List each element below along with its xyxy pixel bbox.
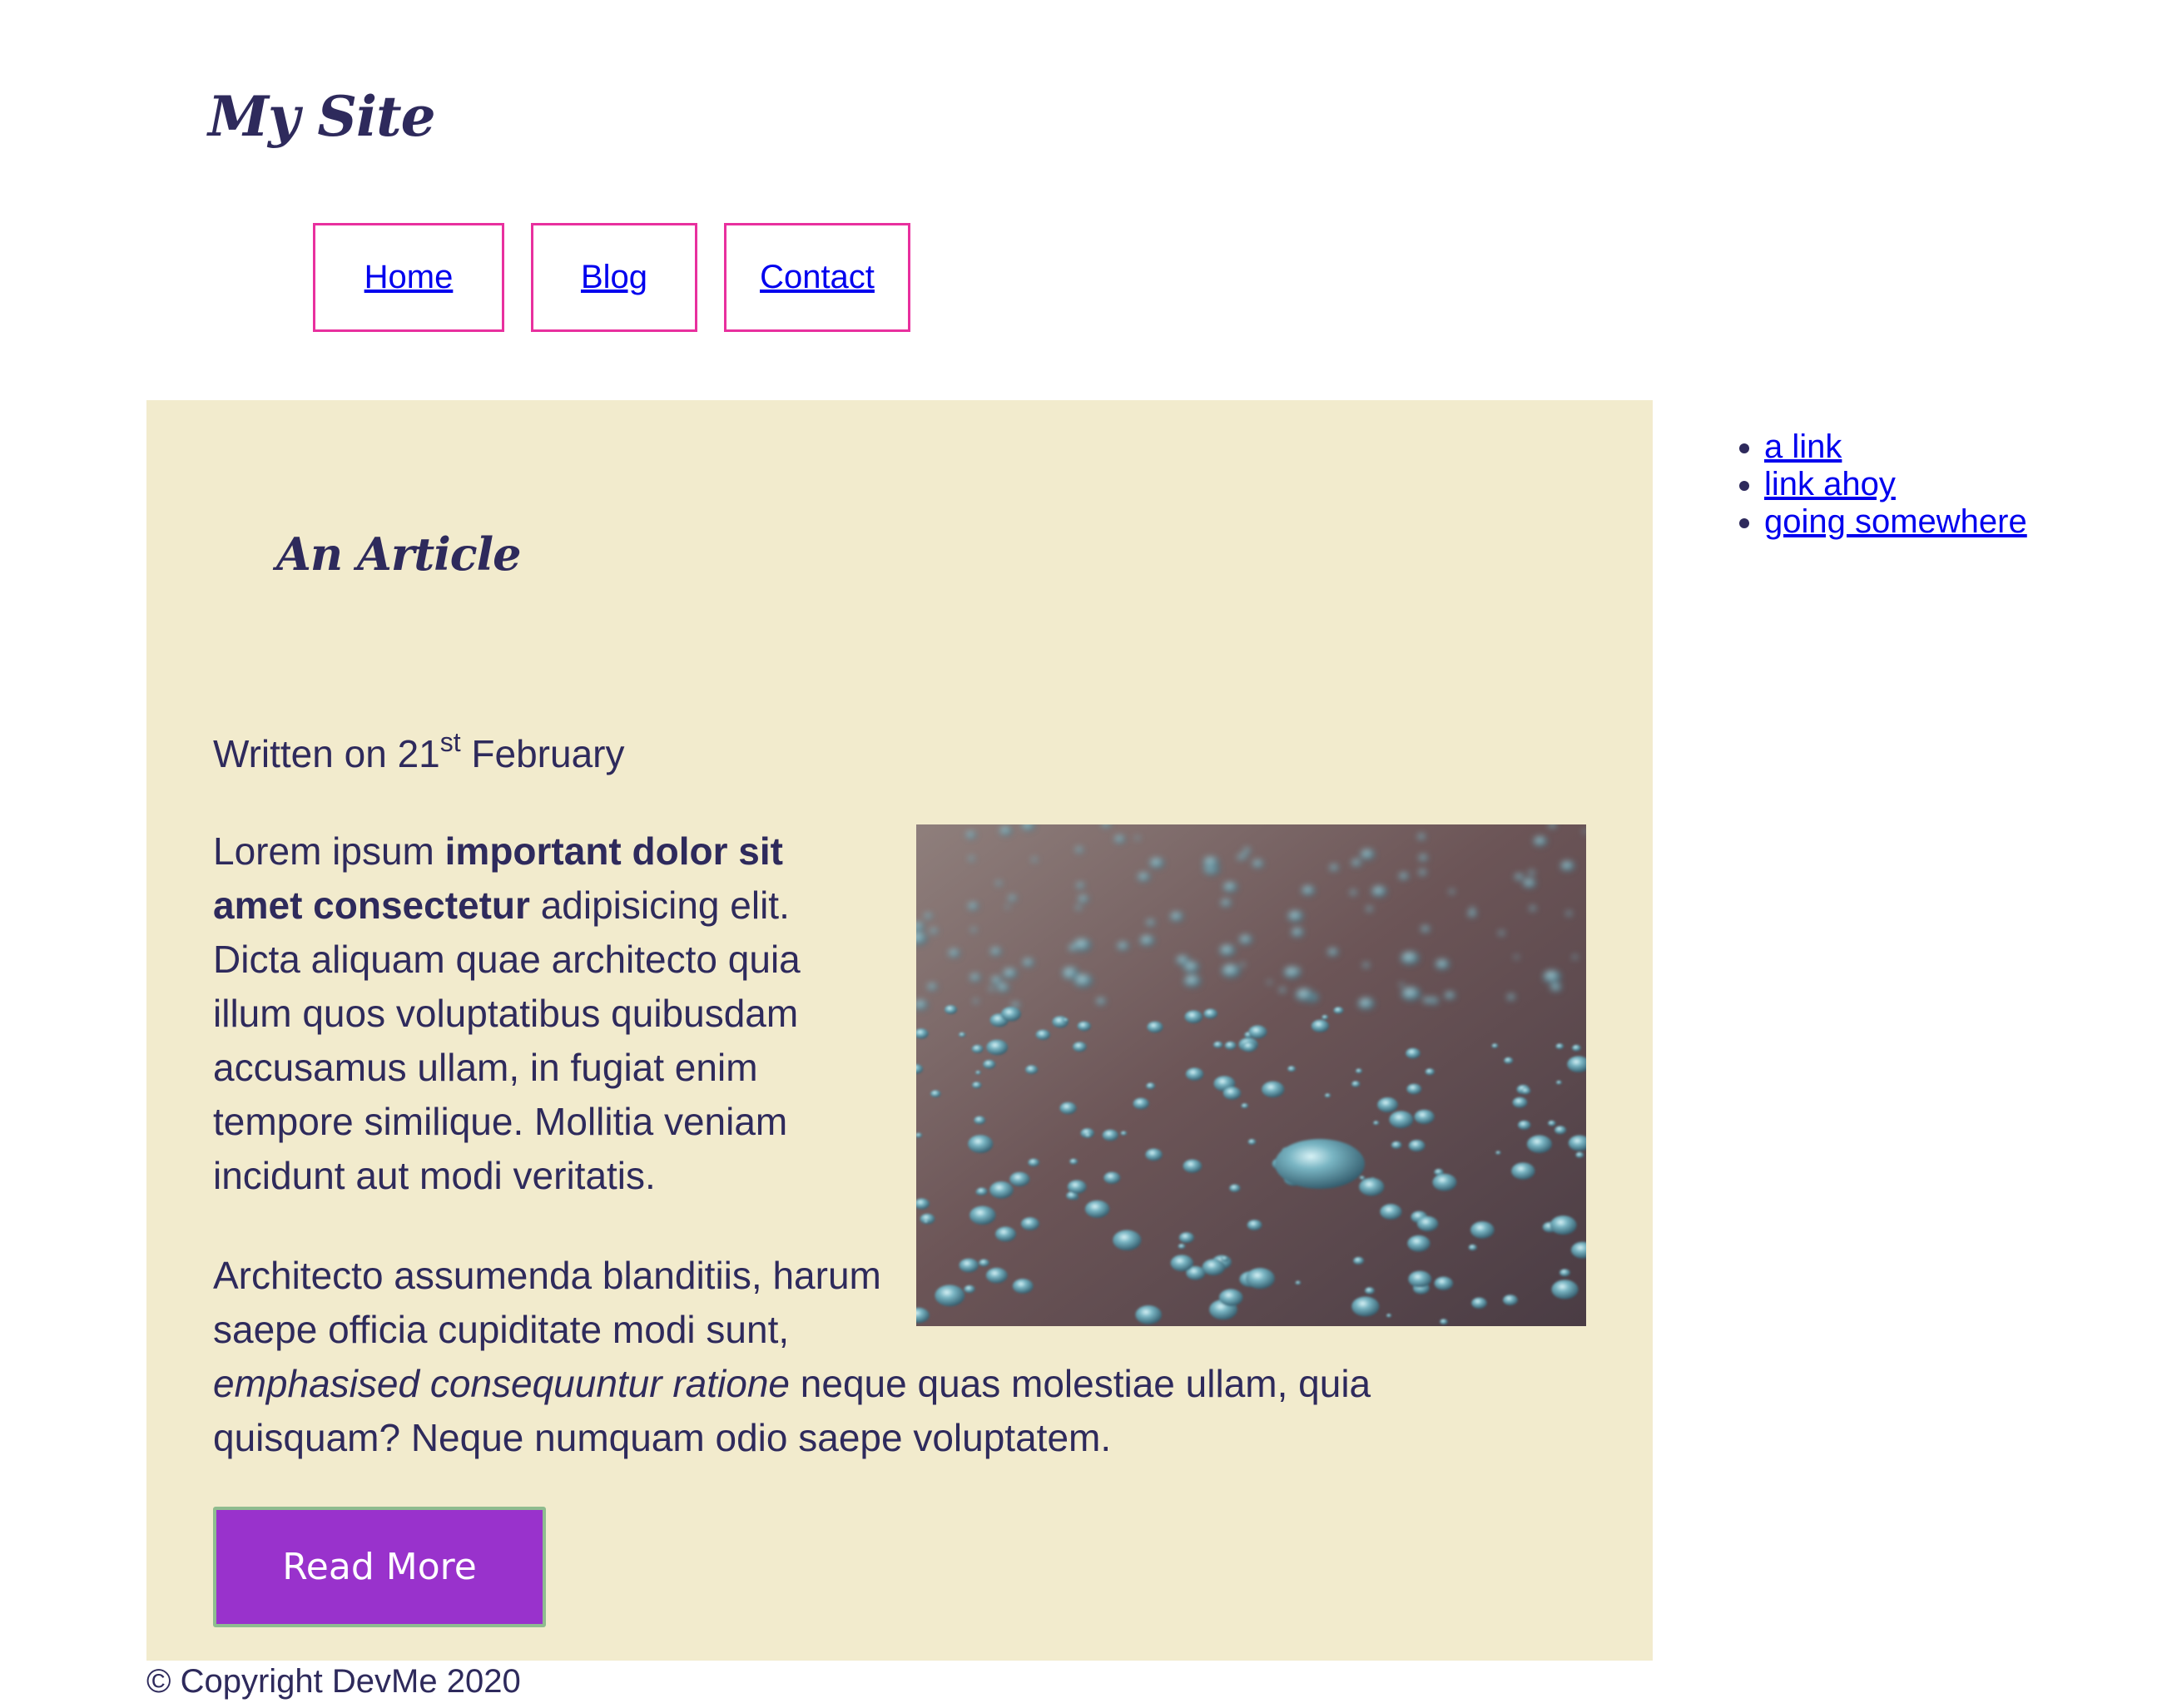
- para2-text-a: Architecto assumenda blanditiis, harum s…: [213, 1254, 881, 1351]
- sidebar-link-going-somewhere[interactable]: going somewhere: [1764, 503, 2027, 540]
- nav-link-contact[interactable]: Contact: [724, 223, 910, 332]
- read-more-button[interactable]: Read More: [213, 1507, 546, 1627]
- nav-link-blog[interactable]: Blog: [531, 223, 697, 332]
- date-prefix: Written on 21: [213, 732, 440, 775]
- article-paragraph-2: Architecto assumenda blanditiis, harum s…: [213, 1249, 1528, 1465]
- para2-emphasis: emphasised consequuntur ratione: [213, 1362, 791, 1405]
- site-title: My Site: [208, 84, 436, 149]
- main-nav: Home Blog Contact: [313, 223, 910, 332]
- footer-copyright: © Copyright DevMe 2020: [146, 1663, 521, 1700]
- sidebar-link-a-link[interactable]: a link: [1764, 428, 1842, 465]
- sidebar-list-item: link ahoy: [1764, 466, 2027, 503]
- article-paragraph-1: Lorem ipsum important dolor sit amet con…: [213, 824, 845, 1203]
- sidebar-list-item: a link: [1764, 428, 2027, 466]
- sidebar-list-item: going somewhere: [1764, 503, 2027, 541]
- para1-text-a: Lorem ipsum: [213, 829, 445, 873]
- article-date: Written on 21st February: [213, 727, 625, 779]
- date-ordinal: st: [439, 727, 461, 757]
- nav-link-home[interactable]: Home: [313, 223, 504, 332]
- sidebar-links: a link link ahoy going somewhere: [1714, 428, 2027, 541]
- sidebar-link-link-ahoy[interactable]: link ahoy: [1764, 466, 1896, 502]
- para1-text-b: adipisicing elit. Dicta aliquam quae arc…: [213, 884, 801, 1197]
- article: An Article Written on 21st February Lore…: [146, 400, 1653, 1661]
- date-month: February: [460, 732, 625, 775]
- article-title: An Article: [276, 527, 522, 581]
